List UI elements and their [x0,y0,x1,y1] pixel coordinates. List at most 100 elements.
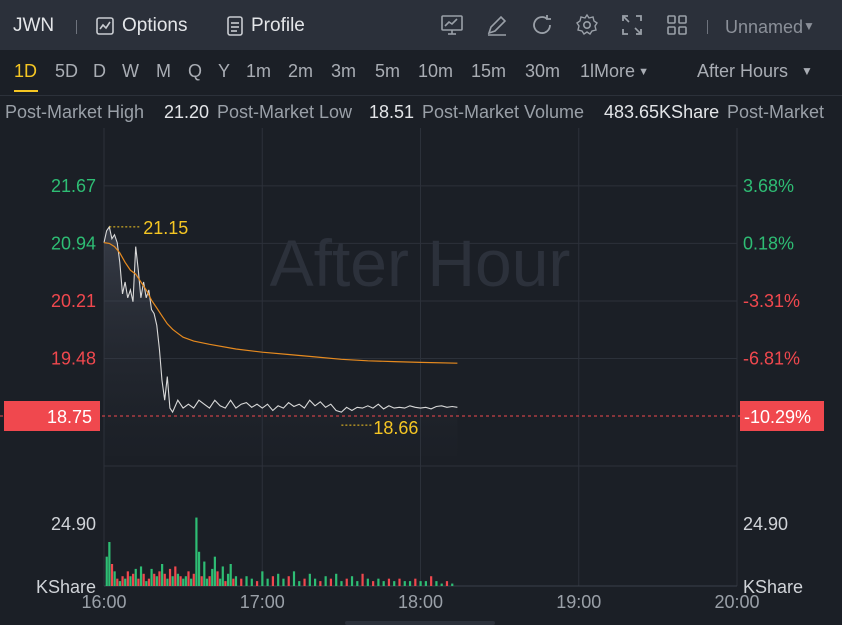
grid-layout-icon[interactable] [665,13,689,37]
volume-label: Post-Market Volume [422,102,585,122]
y-right-tick-label: 0.18% [743,233,794,253]
indicator-chart-icon[interactable] [440,13,464,37]
volume-bar [361,573,364,586]
volume-bar [414,578,417,586]
volume-bar [303,578,306,586]
volume-bar [116,578,119,586]
volume-bar [110,564,114,586]
y-left-tick-label: 19.48 [51,348,96,368]
period-1lmore[interactable]: 1lMore ▼ [580,61,649,82]
volume-bar [216,571,219,586]
reference-price-label: 18.75 [47,407,92,427]
period-1m[interactable]: 1m [246,61,271,82]
volume-bar [147,578,151,586]
volume-bar [174,566,177,586]
volume-bar [142,573,145,586]
x-tick-label: 18:00 [398,592,443,612]
period-d[interactable]: D [93,61,106,82]
period-q[interactable]: Q [188,61,202,82]
options-chart-icon [96,17,114,35]
volume-bar [287,576,290,586]
volume-bar [277,573,280,586]
volume-bar [187,571,190,586]
price-chart[interactable]: After Hour 21.15 18.66 21.67 20.94 20.21 19.… [0,128,842,625]
period-3m[interactable]: 3m [331,61,356,82]
volume-bar [126,571,129,586]
x-tick-label: 17:00 [240,592,285,612]
volume-bar [129,576,132,586]
volume-bar [382,581,385,586]
volume-bar [435,581,438,586]
y-right-tick-label: -3.31% [743,291,800,311]
volume-bar [192,573,195,586]
volume-bar [377,578,380,586]
y-left-tick-label: 21.67 [51,176,96,196]
period-15m[interactable]: 15m [471,61,506,82]
layout-select[interactable]: Unnamed▼ [725,17,815,38]
volume-bar [345,578,348,586]
period-1d[interactable]: 1D [14,61,37,82]
volume-bar [340,581,343,586]
session-label: After Hours [697,61,789,81]
volume-bar [232,578,235,586]
volume-bar [393,581,396,586]
volume-bar [200,576,203,586]
profile-button[interactable]: Profile [226,15,305,37]
volume-bar [271,576,274,586]
volume-bar [176,573,180,586]
volume-bar [224,581,227,586]
period-5m[interactable]: 5m [375,61,400,82]
period-5d[interactable]: 5D [55,61,78,82]
volume-bar [137,578,140,586]
volume-bar [408,581,412,586]
volume-bar [350,576,354,586]
volume-bar [298,581,301,586]
volume-bar [211,568,214,586]
volume-bar [161,564,164,586]
volume-bar [134,568,137,586]
volume-bar [219,578,222,586]
volume-bar [356,581,359,586]
options-button[interactable]: Options [95,15,187,37]
volume-bar [387,578,391,586]
after-hours-watermark: After Hour [270,226,571,300]
volume-bar [329,578,333,586]
settings-gear-icon[interactable] [575,13,599,37]
volume-bar [245,576,248,586]
volume-bar [430,576,433,586]
volume-bar [240,578,243,586]
volume-bar [166,578,169,586]
session-select[interactable]: After Hours ▼ [697,61,813,82]
fullscreen-icon[interactable] [620,13,644,37]
period-10m[interactable]: 10m [418,61,453,82]
period-m[interactable]: M [156,61,171,82]
low-marker-label: 18.66 [373,418,418,438]
volume-bar [153,573,156,586]
volume-bar [451,583,454,586]
volume-bar [197,551,201,586]
post-market-info-bar: Post-Market High 21.20 Post-Market Low 1… [0,95,842,129]
volume-bar [108,542,111,586]
refresh-icon[interactable] [530,13,554,37]
period-2m[interactable]: 2m [288,61,313,82]
volume-bar [168,568,172,586]
draw-pencil-icon[interactable] [485,13,509,37]
volume-bar [324,576,327,586]
volume-bar [205,578,209,586]
ticker-symbol[interactable]: JWN [13,15,54,37]
scroll-handle[interactable] [345,621,495,625]
period-w[interactable]: W [122,61,139,82]
reference-pct-label: -10.29% [744,407,811,427]
volume-bar [118,581,122,586]
caret-down-icon: ▼ [801,64,813,78]
x-tick-label: 16:00 [81,592,126,612]
volume-bar [203,561,206,586]
active-period-underline [14,90,38,92]
period-30m[interactable]: 30m [525,61,560,82]
volume-bar [150,568,153,586]
y-right-tick-label: 3.68% [743,176,794,196]
period-y[interactable]: Y [218,61,230,82]
volume-bar [255,581,259,586]
profile-label: Profile [251,15,305,36]
volume-bar [266,578,269,586]
